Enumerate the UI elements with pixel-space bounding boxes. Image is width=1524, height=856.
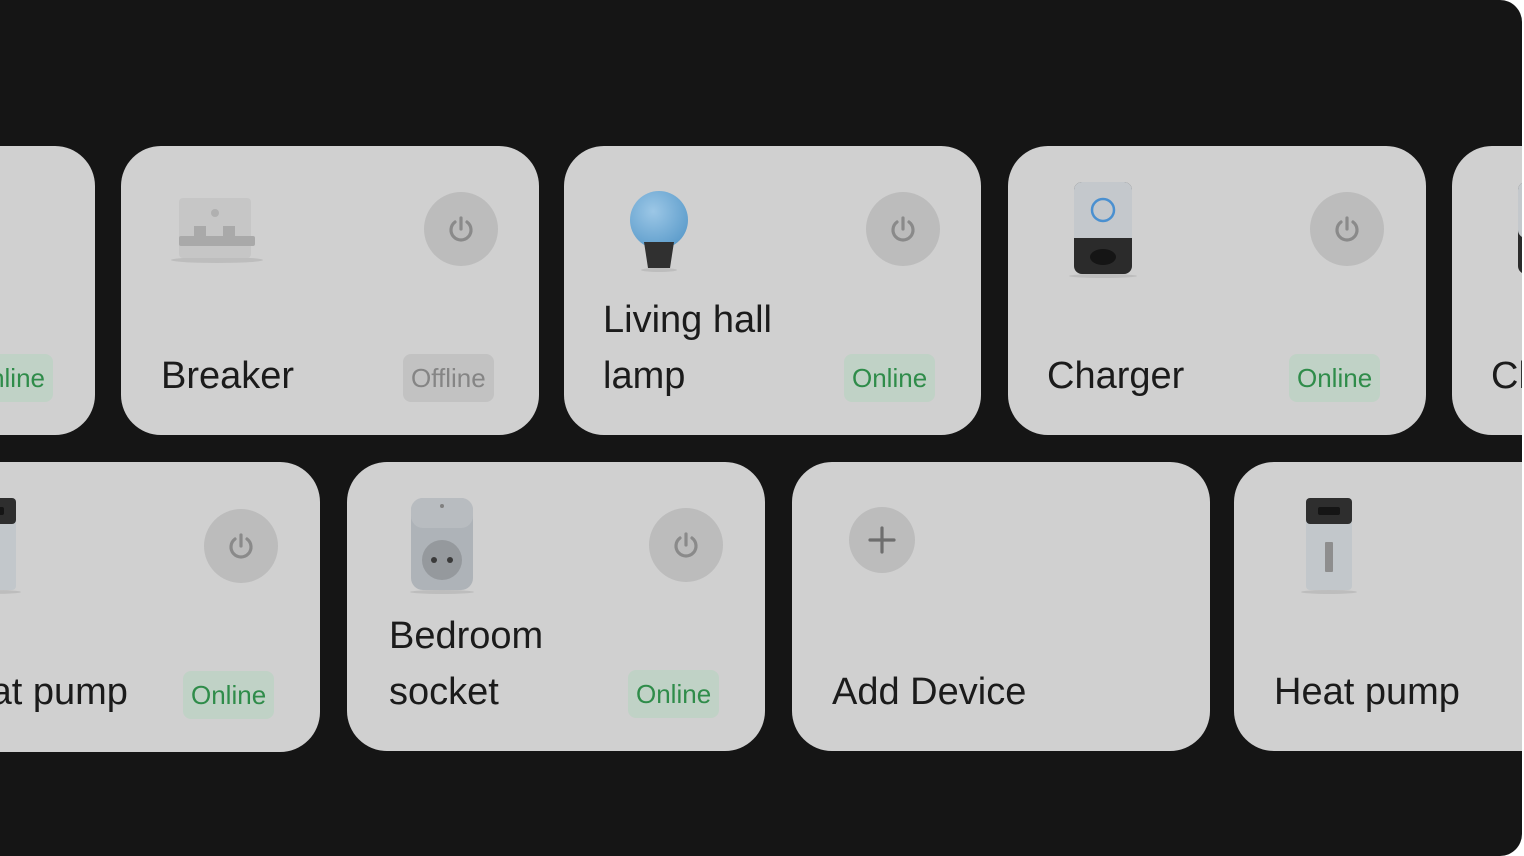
status-badge: Online — [1289, 354, 1381, 402]
plus-icon — [868, 526, 896, 554]
power-button[interactable] — [204, 509, 278, 583]
power-button[interactable] — [649, 508, 723, 582]
device-name: Heat pump — [0, 671, 128, 713]
power-icon — [229, 533, 253, 559]
add-device-label: Add Device — [832, 671, 1027, 713]
device-grid: Online Breaker Offline Living hall lamp … — [0, 0, 1522, 856]
power-button[interactable] — [424, 192, 498, 266]
power-icon — [891, 216, 915, 242]
device-name: Breaker — [161, 355, 295, 397]
device-card-breaker[interactable]: Breaker Offline — [121, 146, 539, 435]
device-name: Heat pump — [1274, 671, 1460, 713]
status-badge: Online — [844, 354, 936, 402]
power-button[interactable] — [1310, 192, 1384, 266]
device-card-heat-pump-left[interactable]: Heat pump Online — [0, 462, 320, 752]
device-card-partial-left[interactable]: Online — [0, 146, 95, 435]
device-name-line1: Living hall — [603, 299, 772, 341]
status-badge: Online — [0, 354, 53, 402]
heat-pump-icon — [0, 498, 21, 594]
breaker-icon — [171, 198, 263, 263]
power-icon — [1335, 216, 1359, 242]
device-name: Charger — [1491, 355, 1522, 397]
device-name: Charger — [1047, 355, 1185, 397]
device-card-heat-pump-right[interactable]: Heat pump — [1234, 462, 1522, 751]
add-device-card[interactable]: Add Device — [792, 462, 1210, 751]
device-card-charger[interactable]: Charger Online — [1008, 146, 1426, 435]
power-button[interactable] — [866, 192, 940, 266]
status-badge: Online — [628, 670, 720, 718]
device-name-line1: Bedroom — [389, 615, 544, 657]
device-card-living-hall-lamp[interactable]: Living hall lamp Online — [564, 146, 981, 435]
bulb-icon — [630, 191, 688, 272]
device-card-partial-right[interactable]: Charger — [1452, 146, 1522, 435]
status-badge: Online — [183, 671, 275, 719]
socket-icon — [410, 498, 474, 594]
heat-pump-icon — [1301, 498, 1357, 594]
device-name-line2: socket — [389, 671, 499, 713]
status-badge: Offline — [403, 354, 494, 402]
device-card-bedroom-socket[interactable]: Bedroom socket Online — [347, 462, 765, 751]
power-icon — [674, 532, 698, 558]
device-name-line2: lamp — [603, 355, 686, 397]
charger-icon — [1069, 182, 1137, 278]
add-device-button[interactable] — [849, 507, 915, 573]
charger-icon — [1518, 183, 1522, 273]
power-icon — [449, 216, 473, 242]
